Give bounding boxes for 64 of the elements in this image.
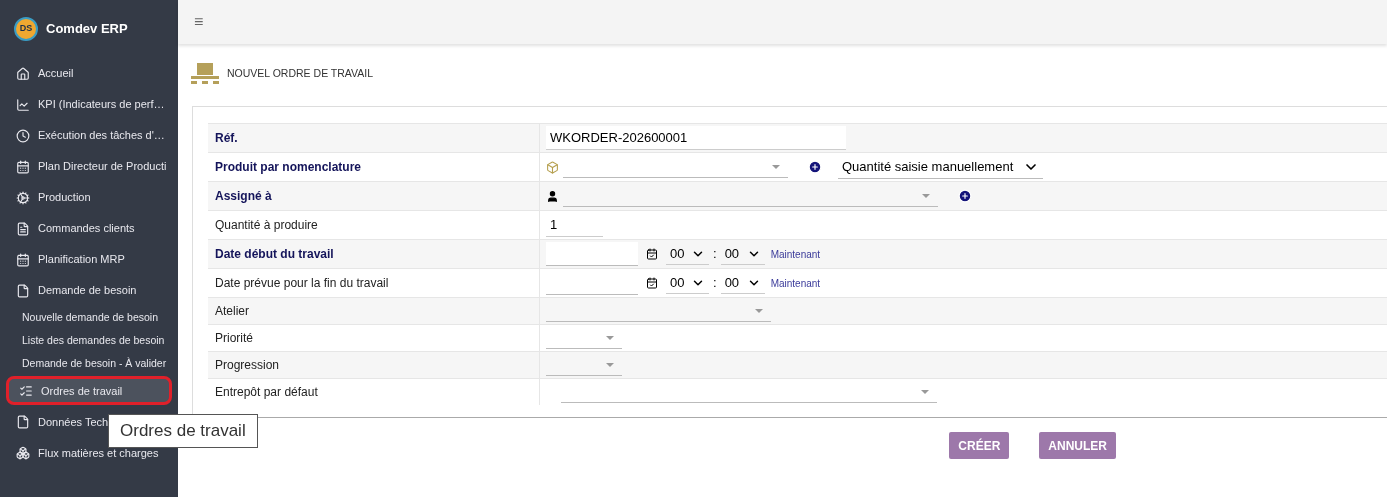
calendar-icon[interactable] — [646, 248, 658, 260]
field-label: Progression — [215, 357, 280, 374]
gears-icon — [16, 190, 30, 205]
file-icon — [16, 414, 30, 429]
sidebar-item[interactable]: Planification MRP — [6, 245, 172, 274]
field-label: Produit par nomenclature — [215, 159, 362, 176]
field-label: Date prévue pour la fin du travail — [215, 275, 389, 292]
sidebar-item[interactable]: Production — [6, 183, 172, 212]
field-label: Assigné à — [215, 188, 272, 205]
tooltip: Ordres de travail — [108, 414, 258, 448]
text-field[interactable]: WKORDER-202600001 — [546, 126, 846, 150]
add-icon[interactable] — [958, 189, 972, 203]
add-icon[interactable] — [808, 160, 822, 174]
date-field[interactable] — [546, 242, 638, 266]
home-icon — [16, 66, 30, 81]
field-label: Réf. — [215, 130, 238, 147]
minute-select[interactable]: 00 — [720, 243, 765, 265]
field-label: Atelier — [215, 303, 249, 320]
brand-name: Comdev ERP — [46, 20, 128, 39]
field-label: Date début du travail — [215, 246, 334, 263]
mode-select[interactable]: Quantité saisie manuellement — [838, 155, 1043, 179]
page-title: NOUVEL ORDRE DE TRAVAIL — [227, 66, 374, 82]
sidebar-item[interactable]: Ordres de travail — [6, 376, 172, 406]
clock-icon — [16, 128, 30, 143]
file-icon — [16, 283, 30, 298]
form-button[interactable]: ANNULER — [1039, 432, 1116, 459]
person-icon — [546, 189, 559, 203]
menu-icon[interactable]: ≡ — [194, 10, 204, 34]
number-field[interactable]: 1 — [546, 213, 603, 237]
document-icon — [16, 221, 30, 236]
sidebar-subitem[interactable]: Liste des demandes de besoin — [22, 332, 178, 349]
calendar-icon — [16, 159, 30, 174]
hour-select[interactable]: 00 — [666, 272, 709, 294]
caret-icon — [755, 308, 763, 313]
sidebar-item[interactable]: Plan Directeur de Producti — [6, 152, 172, 181]
sidebar-item[interactable]: KPI (Indicateurs de perf… — [6, 90, 172, 119]
sidebar-item[interactable]: Exécution des tâches d'… — [6, 121, 172, 150]
caret-icon — [922, 193, 930, 198]
now-link[interactable]: Maintenant — [770, 275, 821, 291]
caret-icon — [772, 164, 780, 169]
caret-icon — [606, 362, 614, 367]
sidebar-item[interactable]: Commandes clients — [6, 214, 172, 243]
field-label: Entrepôt par défaut — [215, 384, 318, 401]
sidebar-subitem[interactable]: Nouvelle demande de besoin — [22, 310, 178, 326]
now-link[interactable]: Maintenant — [770, 246, 821, 262]
sidebar-item[interactable]: Demande de besoin — [6, 276, 172, 305]
field-label: Priorité — [215, 330, 253, 347]
sidebar-subitem[interactable]: Demande de besoin - À valider — [22, 355, 178, 372]
logo: DS — [14, 17, 38, 41]
calendar-icon[interactable] — [646, 277, 658, 289]
checklist-icon — [19, 383, 33, 398]
chart-icon — [16, 97, 30, 112]
time-separator: : — [713, 245, 717, 264]
hour-select[interactable]: 00 — [666, 243, 709, 265]
time-separator: : — [713, 274, 717, 293]
sidebar-item[interactable]: Accueil — [6, 59, 172, 88]
pallet-icon — [191, 63, 219, 85]
caret-icon — [606, 335, 614, 340]
caret-icon — [921, 389, 929, 394]
cube-icon — [546, 160, 559, 174]
calendar-icon — [16, 252, 30, 267]
minute-select[interactable]: 00 — [720, 272, 765, 294]
field-label: Quantité à produire — [215, 217, 318, 234]
form-button[interactable]: CRÉER — [949, 432, 1010, 459]
